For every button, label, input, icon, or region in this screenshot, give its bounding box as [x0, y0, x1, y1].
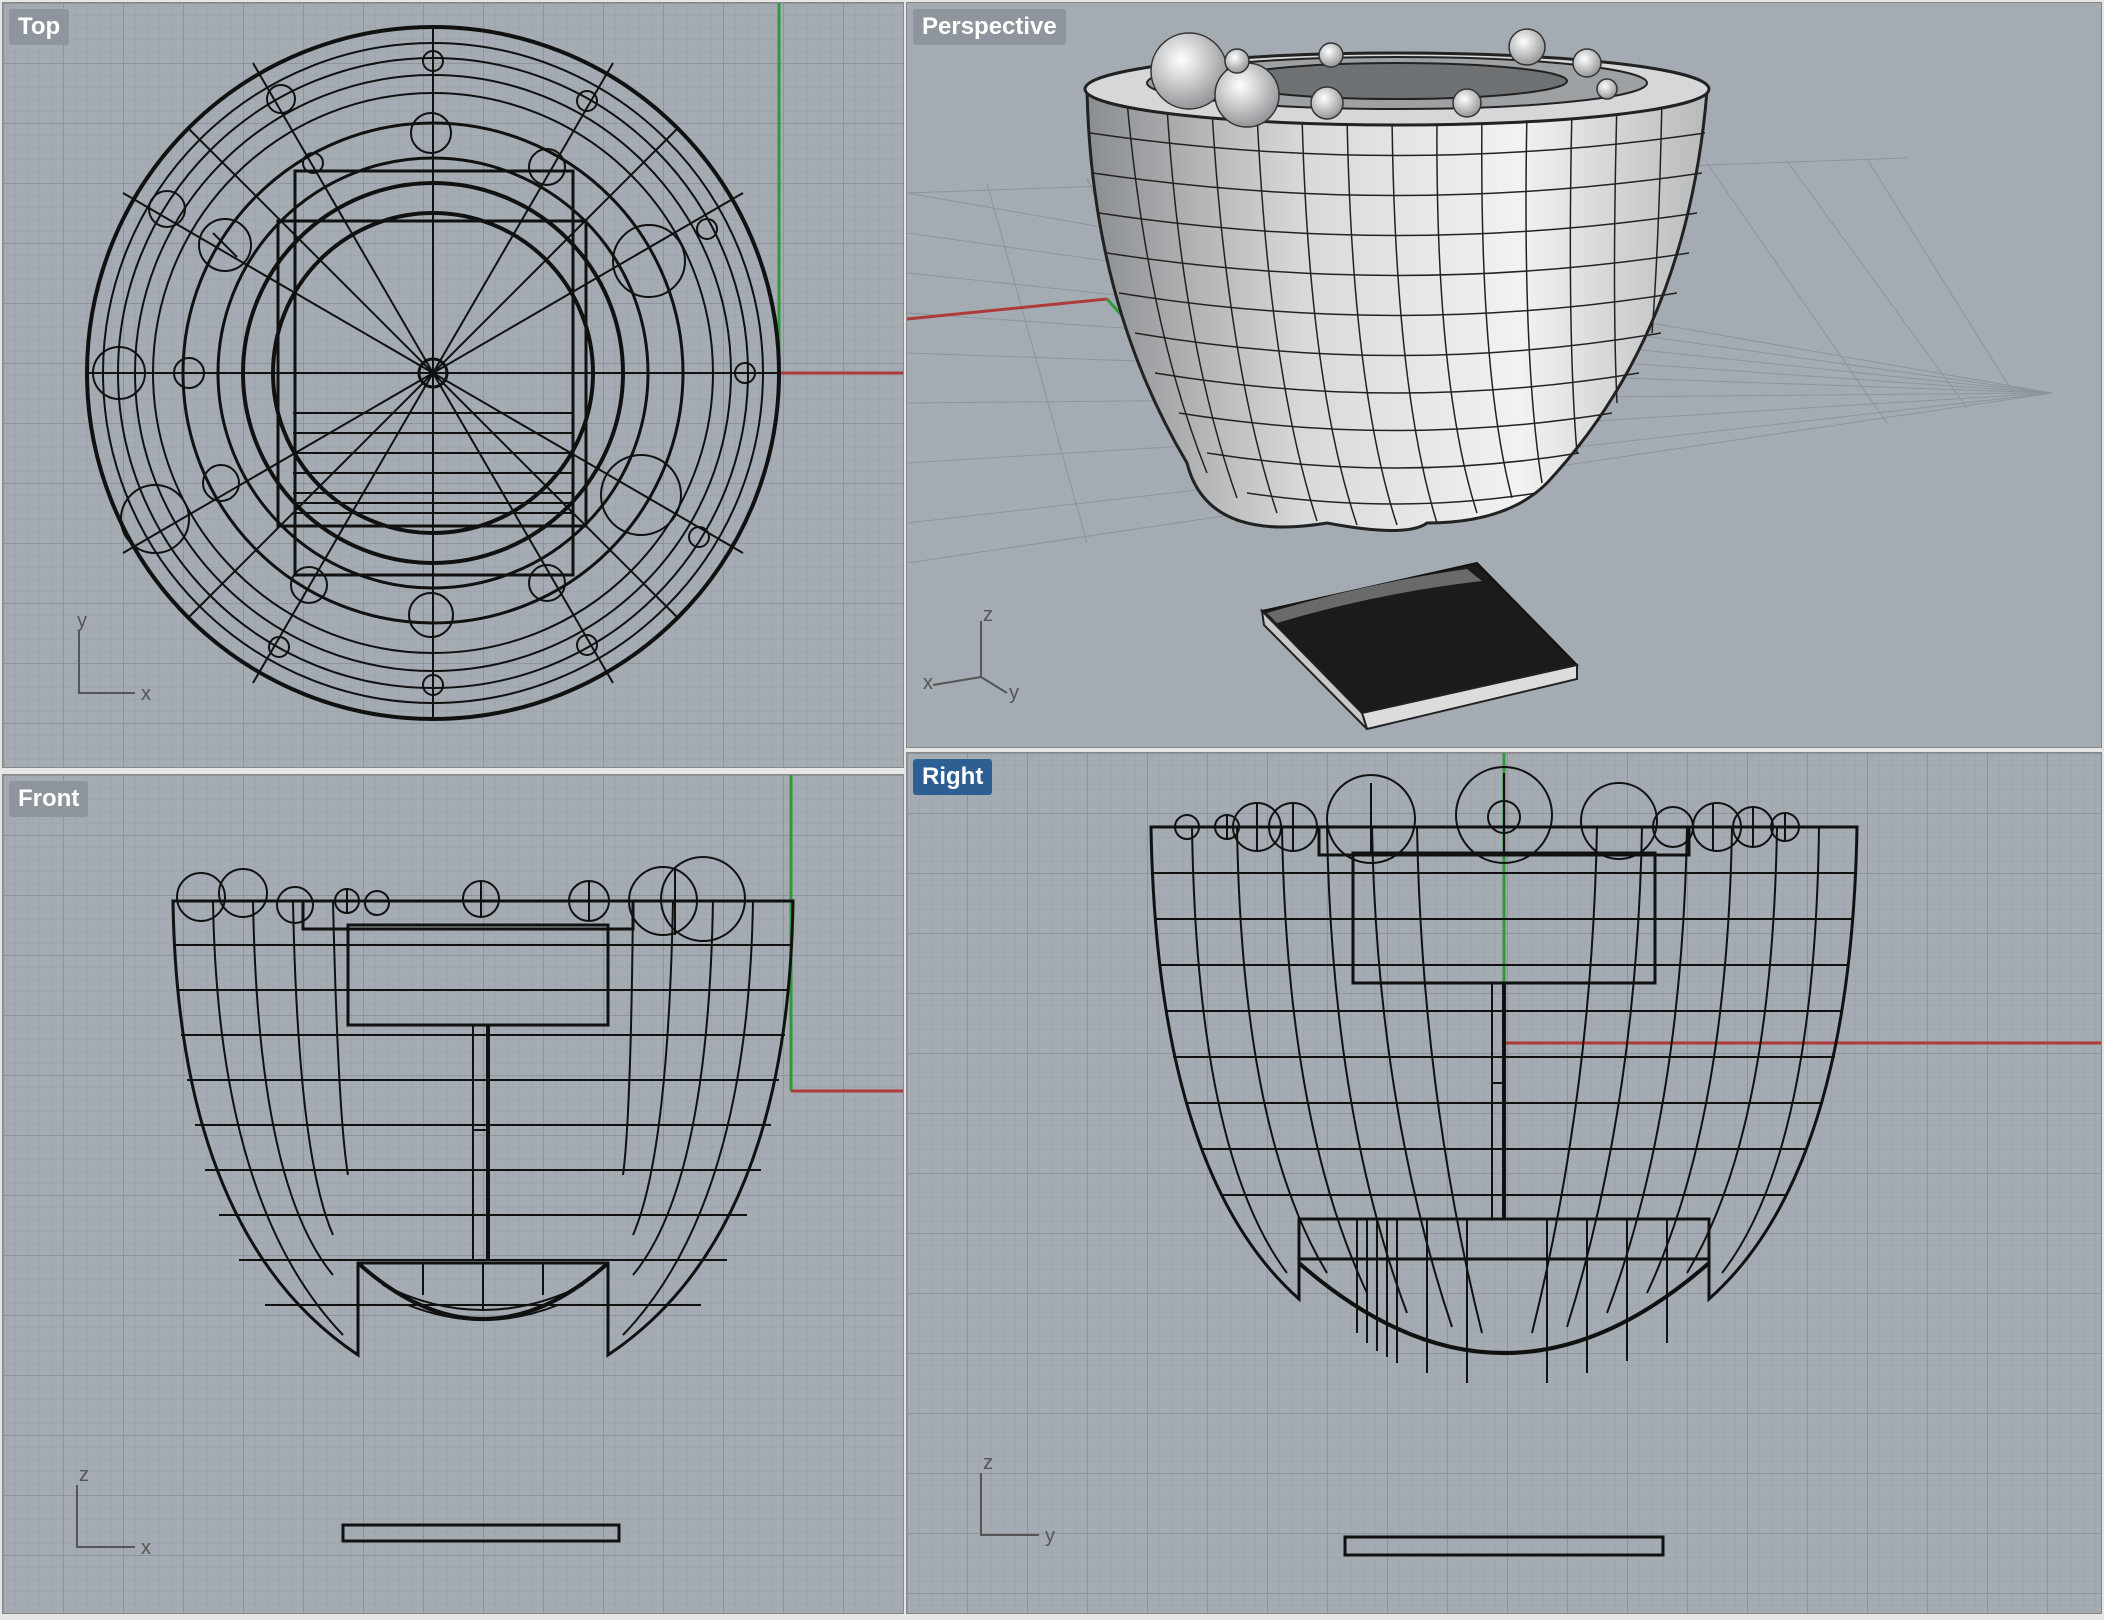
front-view-canvas[interactable]: z x	[3, 775, 903, 1613]
viewport-label-top[interactable]: Top	[9, 9, 70, 45]
top-view-canvas[interactable]: y x	[3, 3, 903, 767]
viewport-top[interactable]: y x Top	[2, 2, 904, 768]
viewport-label-right[interactable]: Right	[913, 759, 993, 795]
svg-text:y: y	[77, 610, 87, 632]
viewport-label-front[interactable]: Front	[9, 781, 89, 817]
svg-text:x: x	[141, 1537, 151, 1559]
viewport-label-perspective[interactable]: Perspective	[913, 9, 1066, 45]
viewport-right[interactable]: z y Right	[906, 752, 2102, 1614]
svg-text:x: x	[923, 672, 933, 694]
right-view-canvas[interactable]: z y	[907, 753, 2101, 1613]
svg-text:z: z	[983, 604, 993, 626]
svg-text:x: x	[141, 683, 151, 705]
svg-text:y: y	[1045, 1525, 1055, 1547]
svg-text:z: z	[79, 1464, 89, 1486]
svg-text:z: z	[983, 1452, 993, 1474]
svg-text:y: y	[1009, 682, 1019, 704]
top-wireframe	[85, 25, 781, 721]
viewport-front[interactable]: z x Front	[2, 774, 904, 1614]
viewport-perspective[interactable]: z x y Perspective	[906, 2, 2102, 748]
perspective-view-canvas[interactable]: z x y	[907, 3, 2101, 747]
